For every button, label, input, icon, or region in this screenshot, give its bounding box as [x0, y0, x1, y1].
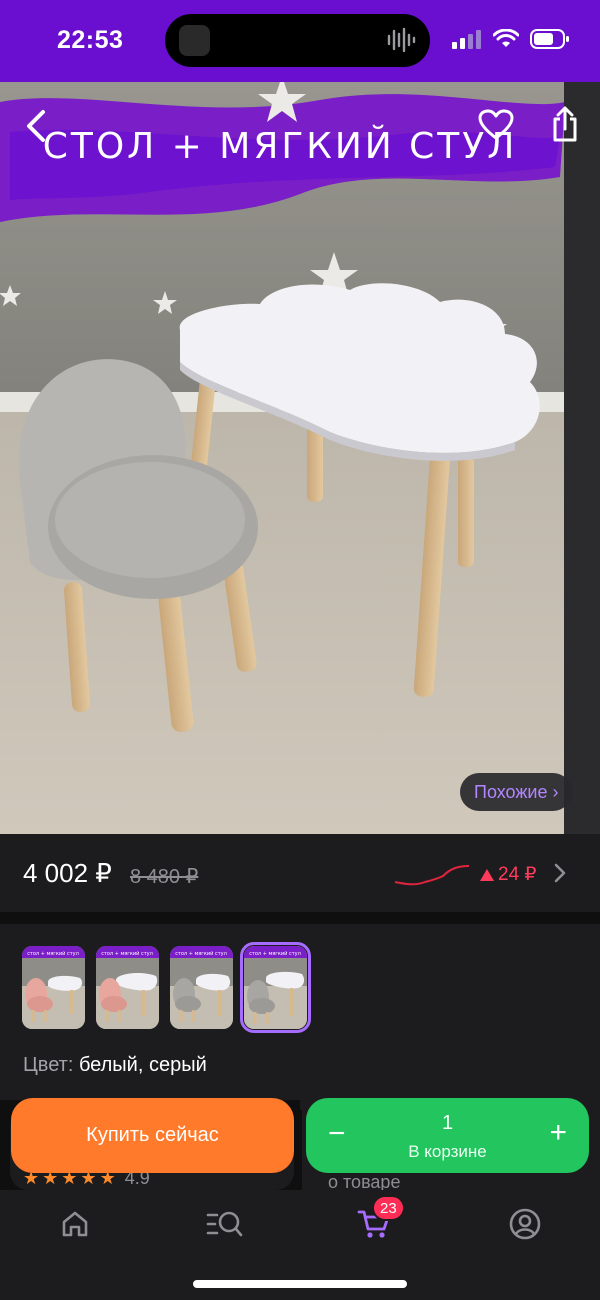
price-change-value: 24 ₽ [498, 864, 537, 885]
variant-thumbnail[interactable]: стол + мягкий стул [170, 946, 233, 1029]
section-gap [0, 912, 600, 924]
card-divider [296, 1110, 302, 1190]
home-icon [62, 1211, 88, 1237]
price-card[interactable]: 4 002 ₽ 8 480 ₽ 24 ₽ [0, 834, 600, 912]
thumb-banner-text: стол + мягкий стул [249, 950, 301, 957]
variant-thumbnail[interactable]: стол + мягкий стул [96, 946, 159, 1029]
thumb-banner-text: стол + мягкий стул [101, 950, 153, 957]
thumbnail-image: стол + мягкий стул [22, 946, 85, 1029]
color-label: Цвет: [23, 1054, 74, 1076]
product-photo [0, 82, 600, 834]
color-line: Цвет: белый, серый [23, 1054, 207, 1077]
triangle-up-icon [480, 868, 494, 881]
battery-icon [530, 29, 569, 49]
thumb-banner-text: стол + мягкий стул [175, 950, 227, 957]
catalog-search-icon [206, 1211, 243, 1237]
heart-icon [478, 109, 514, 140]
wifi-icon [493, 29, 519, 47]
thumbnail-image: стол + мягкий стул [96, 946, 159, 1029]
status-bar: 22:53 [0, 0, 600, 82]
price-history-sparkline [394, 865, 470, 886]
buy-now-button[interactable]: Купить сейчас [11, 1098, 294, 1173]
thumbnail-image: стол + мягкий стул [170, 946, 233, 1029]
old-price: 8 480 ₽ [130, 866, 199, 888]
current-price: 4 002 ₽ [23, 858, 112, 888]
chevron-left-icon [27, 110, 45, 142]
audio-waveform-icon [387, 27, 416, 53]
chevron-right-icon [554, 863, 566, 883]
nav-profile[interactable] [495, 1204, 555, 1244]
product-image[interactable]: СТОЛ + МЯГКИЙ СТУЛ [0, 82, 600, 834]
profile-icon [509, 1208, 541, 1240]
in-cart-label: В корзине [408, 1142, 487, 1161]
color-value: белый, серый [78, 1054, 207, 1076]
variant-thumbnails: стол + мягкий стул стол + мягкий стул ст… [22, 942, 311, 1033]
nav-home[interactable] [45, 1204, 105, 1244]
similar-label: Похожие › [474, 781, 559, 802]
cart-quantity: 1 [441, 1112, 454, 1134]
variant-thumbnail[interactable]: стол + мягкий стул [22, 946, 85, 1029]
status-time: 22:53 [57, 26, 124, 54]
now-playing-app-icon [179, 25, 210, 56]
home-indicator[interactable] [193, 1280, 407, 1288]
cart-stepper: − 1 В корзине + [306, 1098, 589, 1173]
back-button[interactable] [18, 104, 54, 148]
favorite-button[interactable] [475, 104, 517, 146]
buy-now-label: Купить сейчас [86, 1124, 219, 1146]
dynamic-island [165, 14, 430, 67]
signal-icon [452, 30, 481, 49]
cart-count-badge: 23 [372, 1195, 405, 1221]
share-button[interactable] [545, 102, 585, 146]
share-icon [553, 106, 577, 142]
similar-products-button[interactable]: Похожие › [460, 773, 573, 811]
price-change: 24 ₽ [480, 863, 537, 886]
increase-quantity-button[interactable]: + [549, 1118, 567, 1148]
status-icons [452, 28, 570, 50]
nav-catalog[interactable] [195, 1204, 255, 1244]
variant-thumbnail-selected[interactable]: стол + мягкий стул [240, 942, 311, 1033]
thumbnail-image: стол + мягкий стул [244, 946, 307, 1029]
variant-card: стол + мягкий стул стол + мягкий стул ст… [0, 924, 600, 1100]
thumb-banner-text: стол + мягкий стул [27, 950, 79, 957]
